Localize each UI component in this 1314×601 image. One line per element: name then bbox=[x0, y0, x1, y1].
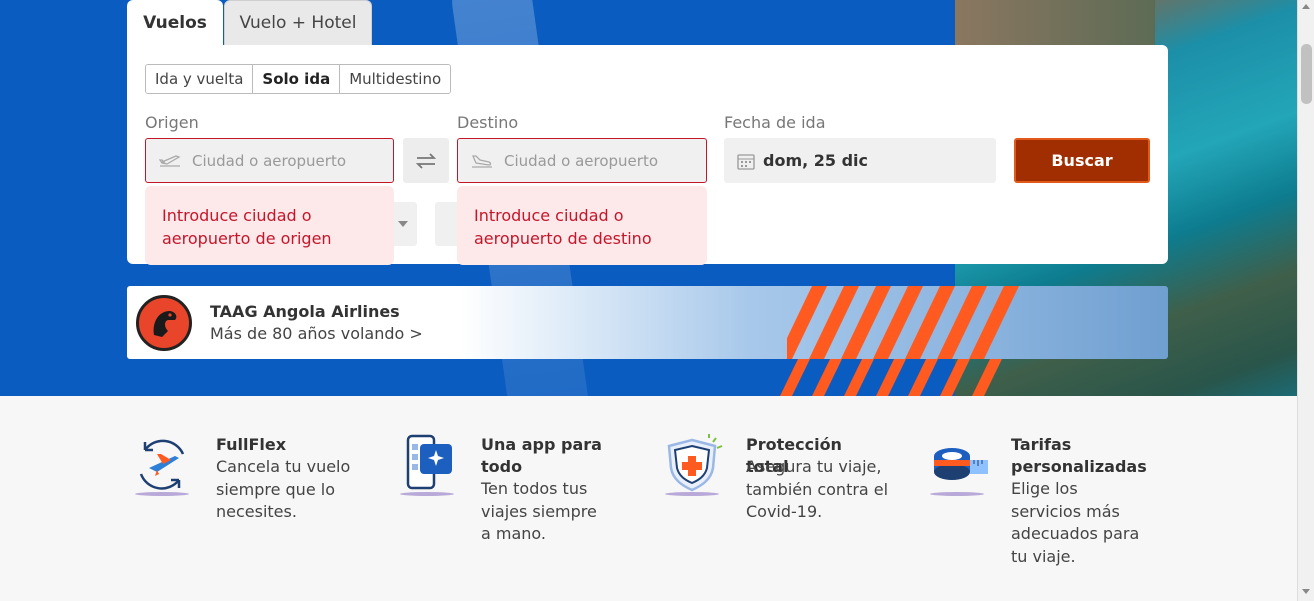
destination-input[interactable]: Ciudad o aeropuerto bbox=[457, 138, 707, 183]
feature-text: Ten todos tus viajes siempre a mano. bbox=[481, 479, 597, 543]
feature-title: Una app para todo bbox=[481, 435, 602, 476]
swap-icon bbox=[415, 152, 437, 169]
shield-icon bbox=[665, 434, 723, 496]
date-value: dom, 25 dic bbox=[763, 151, 869, 170]
feature-title: Tarifas personalizadas bbox=[1011, 435, 1147, 476]
tab-flights[interactable]: Vuelos bbox=[127, 0, 223, 45]
trip-type-oneway[interactable]: Solo ida bbox=[253, 65, 341, 93]
destination-label: Destino bbox=[457, 113, 519, 132]
features-section: FullFlex Cancela tu vuelo siempre que lo… bbox=[0, 396, 1314, 601]
destination-error-tooltip: Introduce ciudad o aeropuerto de destino bbox=[457, 186, 707, 265]
scroll-up-icon[interactable] bbox=[1302, 4, 1310, 9]
origin-error-tooltip: Introduce ciudad o aeropuerto de origen bbox=[145, 186, 394, 265]
search-button[interactable]: Buscar bbox=[1014, 138, 1150, 183]
hero-stripes-decoration bbox=[780, 359, 1002, 396]
calendar-icon bbox=[737, 152, 755, 170]
plane-cancel-icon bbox=[135, 439, 189, 496]
takeoff-icon bbox=[158, 152, 182, 170]
banner-link[interactable]: Más de 80 años volando > bbox=[210, 324, 423, 343]
feature-title: FullFlex bbox=[216, 435, 287, 454]
feature-text: Elige los servicios más adecuados para t… bbox=[1011, 479, 1140, 566]
trip-type-selector: Ida y vuelta Solo ida Multidestino bbox=[145, 64, 452, 94]
trip-type-multi[interactable]: Multidestino bbox=[340, 65, 451, 93]
swap-button[interactable] bbox=[403, 138, 449, 183]
scrollbar-thumb[interactable] bbox=[1301, 44, 1312, 104]
origin-input[interactable]: Ciudad o aeropuerto bbox=[145, 138, 394, 183]
landing-icon bbox=[470, 152, 494, 170]
feature-text: Asegura tu viaje, también contra el Covi… bbox=[746, 457, 889, 521]
trip-type-round[interactable]: Ida y vuelta bbox=[146, 65, 254, 93]
date-picker[interactable]: dom, 25 dic bbox=[724, 138, 996, 183]
banner-title: TAAG Angola Airlines bbox=[210, 302, 400, 321]
airline-logo bbox=[136, 295, 192, 351]
scrollbar[interactable] bbox=[1297, 0, 1314, 601]
tab-flight-hotel[interactable]: Vuelo + Hotel bbox=[224, 0, 372, 45]
measuring-tape-icon bbox=[930, 448, 988, 496]
banner-stripes-decoration bbox=[787, 286, 1019, 359]
date-label: Fecha de ida bbox=[724, 113, 826, 132]
phone-app-icon bbox=[400, 434, 454, 496]
feature-text: Cancela tu vuelo siempre que lo necesite… bbox=[216, 457, 351, 521]
destination-placeholder: Ciudad o aeropuerto bbox=[504, 151, 659, 170]
scroll-down-icon[interactable] bbox=[1302, 589, 1310, 594]
search-panel: Ida y vuelta Solo ida Multidestino Orige… bbox=[127, 45, 1168, 265]
chevron-down-icon bbox=[398, 221, 408, 227]
origin-label: Origen bbox=[145, 113, 199, 132]
origin-placeholder: Ciudad o aeropuerto bbox=[192, 151, 347, 170]
airline-promo-banner[interactable]: TAAG Angola Airlines Más de 80 años vola… bbox=[127, 286, 1168, 359]
